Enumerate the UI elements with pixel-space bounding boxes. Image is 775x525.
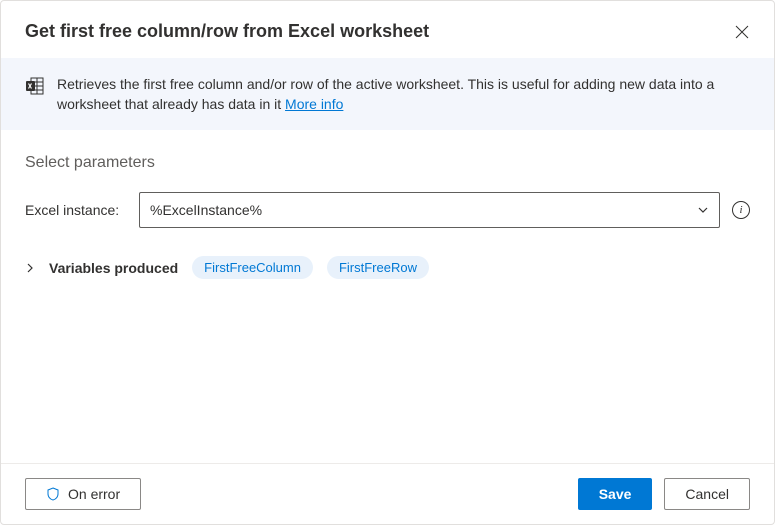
banner-description: Retrieves the first free column and/or r… xyxy=(57,76,714,112)
info-icon[interactable]: i xyxy=(732,201,750,219)
close-icon xyxy=(735,25,749,39)
excel-instance-dropdown[interactable]: %ExcelInstance% xyxy=(139,192,720,228)
excel-instance-label: Excel instance: xyxy=(25,202,127,218)
variables-produced-label: Variables produced xyxy=(49,260,178,276)
dialog-title: Get first free column/row from Excel wor… xyxy=(25,21,429,42)
cancel-button[interactable]: Cancel xyxy=(664,478,750,510)
variable-pill[interactable]: FirstFreeColumn xyxy=(192,256,313,279)
on-error-button[interactable]: On error xyxy=(25,478,141,510)
shield-icon xyxy=(46,487,60,501)
section-title: Select parameters xyxy=(25,154,750,172)
variables-produced-row[interactable]: Variables produced FirstFreeColumn First… xyxy=(25,256,750,279)
chevron-right-icon xyxy=(25,263,35,273)
close-button[interactable] xyxy=(734,24,750,40)
chevron-down-icon xyxy=(697,204,709,216)
banner-text: Retrieves the first free column and/or r… xyxy=(57,74,750,114)
info-banner: Retrieves the first free column and/or r… xyxy=(1,58,774,130)
variable-pill[interactable]: FirstFreeRow xyxy=(327,256,429,279)
dropdown-value: %ExcelInstance% xyxy=(150,202,262,218)
more-info-link[interactable]: More info xyxy=(285,96,343,112)
save-button[interactable]: Save xyxy=(578,478,653,510)
excel-icon xyxy=(25,76,45,96)
on-error-label: On error xyxy=(68,486,120,502)
